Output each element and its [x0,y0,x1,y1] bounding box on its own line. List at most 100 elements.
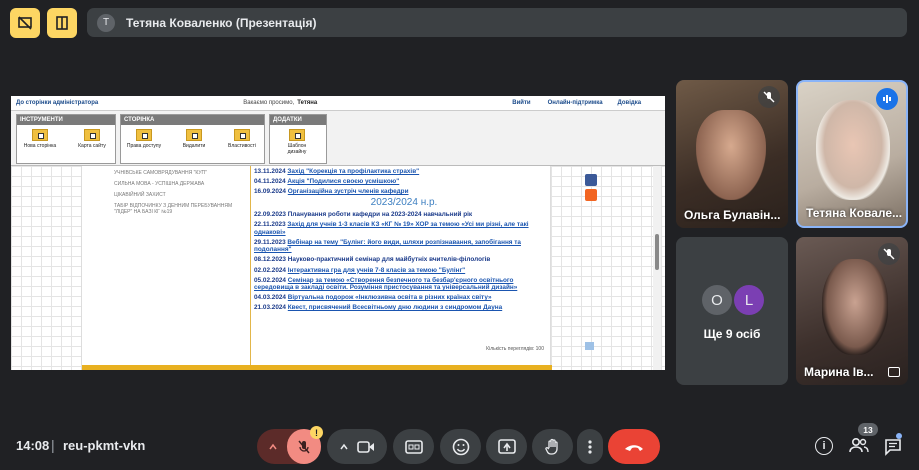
ribbon-group-title: ІНСТРУМЕНТИ [17,115,115,125]
end-call-icon [625,444,643,451]
reactions-button[interactable] [440,429,481,464]
news-list: 13.11.2024 Захід "Корекція та профілакти… [254,168,554,314]
news-item[interactable]: 04.03.2024 Віртуальна подорож «Інклюзивн… [254,294,554,302]
folder-lock-icon [136,129,152,141]
captions-icon [404,439,423,454]
muted-icon [758,86,780,108]
more-vertical-icon [588,439,592,454]
bottom-separator: | [51,437,55,453]
participant-tile-maryna[interactable]: Марина Ів... [796,237,908,385]
design-template-button[interactable]: Шаблон дизайну [278,129,316,161]
admin-bar: До сторінки адміністратора Вакаємо проси… [11,96,665,110]
meeting-code: reu-pkmt-vkn [63,438,146,453]
people-icon [849,437,869,453]
chevron-up-icon[interactable] [268,442,278,452]
camera-icon [357,440,374,453]
news-item[interactable]: 22.09.2023 Планування роботи кафедри на … [254,211,554,219]
presenter-banner: T Тетяна Коваленко (Презентація) [87,8,907,37]
access-rights-button[interactable]: Права доступу [125,129,163,161]
folder-template-icon [289,129,305,141]
pip-icon[interactable] [888,367,900,377]
social-links [585,174,599,201]
participant-name: Тетяна Ковале... [806,206,903,220]
ribbon-group-addons: ДОДАТКИ Шаблон дизайну [269,114,327,164]
news-item[interactable]: 16.09.2024 Організаційна зустріч членів … [254,188,554,196]
left-menu-item[interactable]: УЧНІВСЬКЕ САМОВРЯДУВАННЯ "КУП" [114,170,244,176]
presenter-label: Тетяна Коваленко (Презентація) [126,15,317,30]
participant-avatar-l: L [734,285,764,315]
year-header: 2023/2024 н.р. [370,196,438,208]
greeting-user: Тетяна [297,100,318,106]
delete-button[interactable]: Видалити [175,129,213,161]
left-menu-item[interactable]: СИЛЬНА МОВА - УСПІШНА ДЕРЖАВА [114,181,244,187]
camera-control[interactable] [327,429,387,464]
ribbon-group-title: СТОРІНКА [121,115,264,125]
participant-name: Ольга Булавін... [684,208,781,222]
news-item[interactable]: 13.11.2024 Захід "Корекція та профілакти… [254,168,554,176]
support-link[interactable]: Онлайн-підтримка [548,100,603,106]
news-item[interactable]: 29.11.2023 Вебінар на тему "Булінг: його… [254,239,554,254]
shared-screen[interactable]: До сторінки адміністратора Вакаємо проси… [11,96,665,370]
raise-hand-icon [544,438,558,455]
folder-plus-icon [32,129,48,141]
folder-map-icon [84,129,100,141]
left-menu: УЧНІВСЬКЕ САМОВРЯДУВАННЯ "КУП" СИЛЬНА МО… [114,170,244,220]
folder-trash-icon [186,129,202,141]
participant-video [696,110,766,200]
news-item[interactable]: 21.03.2024 Квест, присвячений Всесвітньо… [254,304,554,312]
facebook-icon[interactable] [585,174,597,186]
left-menu-item[interactable]: ЦІКАВІЙНИЙ ЗАХИСТ [114,192,244,198]
scroll-up-icon[interactable] [585,342,594,350]
mic-warning-badge: ! [310,426,323,439]
properties-button[interactable]: Властивості [223,129,261,161]
help-link[interactable]: Довідка [618,100,642,106]
chat-button[interactable] [884,438,902,456]
ribbon-group-title: ДОДАТКИ [270,115,326,125]
present-screen-button[interactable] [486,429,527,464]
column-divider [250,166,251,366]
ribbon-group-tools: ІНСТРУМЕНТИ Нова сторінка Карта сайту [16,114,116,164]
left-menu-item[interactable]: ТАБІР ВІДПОЧИНКУ З ДЕННИМ ПЕРЕБУВАННЯМ "… [114,203,244,215]
more-options-button[interactable] [577,429,603,464]
participant-name: Марина Ів... [804,365,874,379]
participants-count-badge: 13 [858,423,878,436]
leave-call-button[interactable] [608,429,660,464]
raise-hand-button[interactable] [532,429,573,464]
participant-tile-tetiana[interactable]: Тетяна Ковале... [796,80,908,228]
greeting-text: Вакаємо просимо, [243,100,295,106]
pin-presentation-button[interactable] [47,8,77,38]
news-item[interactable]: 08.12.2023 Науково-практичний семінар дл… [254,256,554,264]
news-item[interactable]: 02.02.2024 Інтерактивна гра для учнів 7-… [254,267,554,275]
presenter-avatar: T [97,13,115,32]
speaking-indicator-icon [876,88,898,110]
folder-gear-icon [234,129,250,141]
footer-bar [82,365,552,370]
captions-button[interactable] [393,429,434,464]
scrollbar-thumb[interactable] [655,234,659,270]
presentation-layout-button[interactable] [10,8,40,38]
exit-link[interactable]: Вийти [512,100,530,106]
hide-presentation-icon [18,16,32,30]
chevron-up-icon[interactable] [339,442,349,452]
view-counter: Кількість переглядів: 100 [486,346,544,352]
split-view-icon [56,16,68,30]
muted-icon [878,243,900,265]
sitemap-button[interactable]: Карта сайту [73,129,111,161]
people-button[interactable] [848,436,870,454]
news-item[interactable]: 04.11.2024 Акція "Подилися своєю усмішко… [254,178,554,186]
clock: 14:08 [16,438,50,453]
news-item[interactable]: 22.11.2023 Захід для учнів 1-3 класів КЗ… [254,221,554,236]
more-participants-tile[interactable]: O L Ще 9 осіб [676,237,788,385]
rss-icon[interactable] [585,189,597,201]
news-item[interactable]: 05.02.2024 Семінар за темою «Створення б… [254,277,554,292]
admin-page-link[interactable]: До сторінки адміністратора [16,100,98,106]
new-page-button[interactable]: Нова сторінка [21,129,59,161]
participant-video [822,259,888,355]
meeting-info-icon[interactable]: i [815,437,833,455]
chat-notification-dot [896,433,902,439]
more-participants-label: Ще 9 осіб [703,327,761,341]
chat-icon [885,439,901,456]
admin-ribbon: ІНСТРУМЕНТИ Нова сторінка Карта сайту СТ… [11,110,665,166]
participant-tile-olga[interactable]: Ольга Булавін... [676,80,788,228]
present-screen-icon [497,438,516,454]
